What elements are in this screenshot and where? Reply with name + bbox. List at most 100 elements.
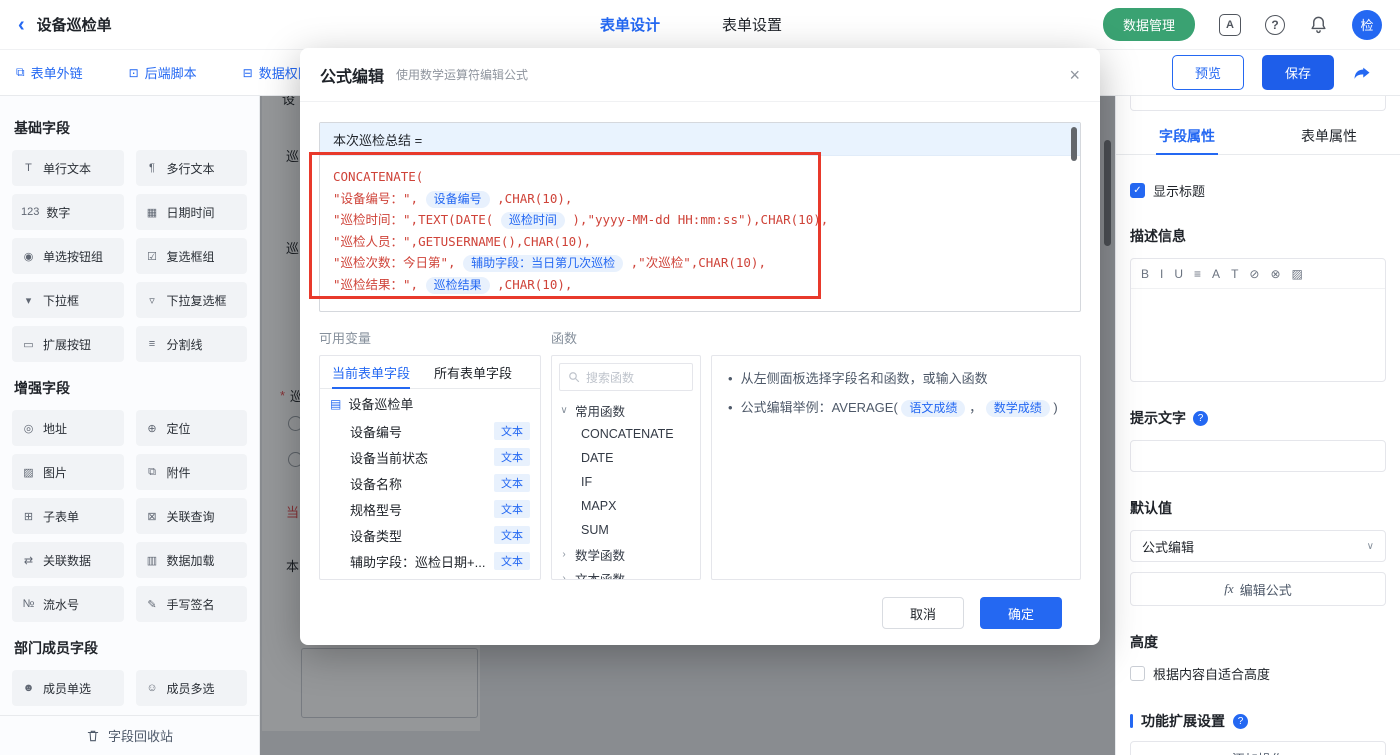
tab-form-settings[interactable]: 表单设置 <box>722 14 782 35</box>
tab-all-form-fields[interactable]: 所有表单字段 <box>422 356 524 388</box>
formula-field-pill[interactable]: 巡检结果 <box>426 277 490 294</box>
description-editor-body[interactable] <box>1131 289 1385 381</box>
sidebar-item[interactable]: ✎手写签名 <box>136 586 248 622</box>
tab-current-form-fields[interactable]: 当前表单字段 <box>320 356 422 388</box>
formula-code: ,CHAR(10), <box>490 277 573 292</box>
help-icon[interactable]: ? <box>1265 15 1285 35</box>
example-field-pill: 数学成绩 <box>986 400 1050 417</box>
language-icon[interactable]: A <box>1219 14 1241 36</box>
formula-editor[interactable]: 本次巡检总结 = CONCATENATE("设备编号：", 设备编号 ,CHAR… <box>319 122 1081 312</box>
function-group[interactable]: ∨常用函数 <box>559 398 693 422</box>
sidebar-item[interactable]: ⧉附件 <box>136 454 248 490</box>
user-avatar[interactable]: 检 <box>1352 10 1382 40</box>
sidebar-item[interactable]: ▾下拉框 <box>12 282 124 318</box>
edit-formula-button[interactable]: fx 编辑公式 <box>1130 572 1386 606</box>
variable-name: 设备当前状态 <box>350 448 428 467</box>
sidebar-item[interactable]: 123数字 <box>12 194 124 230</box>
toolbar-actions: 预览 保存 <box>1172 55 1384 90</box>
sidebar-item[interactable]: ¶多行文本 <box>136 150 248 186</box>
sidebar-item[interactable]: ⇄关联数据 <box>12 542 124 578</box>
formula-field-pill[interactable]: 设备编号 <box>426 191 490 208</box>
preview-button[interactable]: 预览 <box>1172 55 1244 90</box>
sidebar-item[interactable]: ▨图片 <box>12 454 124 490</box>
notification-bell-icon[interactable] <box>1309 15 1328 34</box>
attachment-icon: ⧉ <box>145 466 160 479</box>
function-group[interactable]: ›文本函数 <box>559 566 693 580</box>
insert-image-icon[interactable]: ▨ <box>1292 267 1303 281</box>
confirm-button[interactable]: 确定 <box>980 597 1062 629</box>
default-value-selected: 公式编辑 <box>1142 537 1194 556</box>
canvas-scrollbar[interactable] <box>1104 140 1111 246</box>
sidebar-item[interactable]: ☑复选框组 <box>136 238 248 274</box>
italic-icon[interactable]: I <box>1160 267 1163 281</box>
variable-row[interactable]: 设备编号文本 <box>320 418 540 444</box>
sidebar-item[interactable]: ▭扩展按钮 <box>12 326 124 362</box>
sidebar-item-label: 定位 <box>167 420 191 437</box>
formula-content-area[interactable]: CONCATENATE("设备编号：", 设备编号 ,CHAR(10),"巡检时… <box>320 156 1080 311</box>
function-item[interactable]: DATE <box>559 446 693 470</box>
function-item[interactable]: CONCATENATE <box>559 422 693 446</box>
sidebar-item[interactable]: ⊠关联查询 <box>136 498 248 534</box>
formula-editor-scrollbar[interactable] <box>1071 127 1077 161</box>
hint-text-input[interactable] <box>1130 440 1386 472</box>
sidebar-item[interactable]: №流水号 <box>12 586 124 622</box>
sidebar-item[interactable]: ▦日期时间 <box>136 194 248 230</box>
field-recycle-bin[interactable]: 字段回收站 <box>0 715 259 755</box>
share-icon[interactable] <box>1352 63 1372 83</box>
formula-field-pill[interactable]: 辅助字段：当日第几次巡检 <box>463 255 623 272</box>
variable-row[interactable]: 设备类型文本 <box>320 522 540 548</box>
underline-icon[interactable]: U <box>1174 267 1183 281</box>
toolbar-link[interactable]: ⧉表单外链 <box>16 63 83 82</box>
default-value-select[interactable]: 公式编辑 <box>1130 530 1386 562</box>
close-icon[interactable]: × <box>1069 66 1080 84</box>
function-item[interactable]: IF <box>559 470 693 494</box>
function-group[interactable]: ›数学函数 <box>559 542 693 566</box>
link-icon[interactable]: ⊘ <box>1249 267 1259 281</box>
unlink-icon[interactable]: ⊗ <box>1270 267 1280 281</box>
toolbar-link[interactable]: ⊡后端脚本 <box>129 63 197 82</box>
variable-row[interactable]: 设备当前状态 文本 <box>320 444 540 470</box>
variable-row[interactable]: 设备名称文本 <box>320 470 540 496</box>
sidebar-item[interactable]: ▥数据加载 <box>136 542 248 578</box>
show-title-label: 显示标题 <box>1153 181 1205 200</box>
sidebar-item[interactable]: ☻成员单选 <box>12 670 124 706</box>
variable-row[interactable]: 规格型号文本 <box>320 496 540 522</box>
save-button[interactable]: 保存 <box>1262 55 1334 90</box>
variable-list: 设备编号文本设备当前状态 文本设备名称文本规格型号文本设备类型文本辅助字段：巡检日… <box>320 418 540 574</box>
variable-type-tag: 文本 <box>494 448 530 466</box>
sidebar-item[interactable]: ◎地址 <box>12 410 124 446</box>
align-icon[interactable]: ≡ <box>1194 267 1201 281</box>
data-manage-button[interactable]: 数据管理 <box>1103 8 1195 41</box>
show-title-checkbox[interactable] <box>1130 183 1145 198</box>
help-example: 公式编辑举例：AVERAGE( 语文成绩 ， 数学成绩 ) <box>741 398 1058 418</box>
variables-tree-root[interactable]: ▤ 设备巡检单 <box>320 389 540 418</box>
variable-row[interactable]: 辅助字段：巡检日期+...文本 <box>320 548 540 574</box>
formula-line: "巡检次数：今日第", 辅助字段：当日第几次巡检 ,"次巡检",CHAR(10)… <box>333 252 1067 274</box>
sidebar-item[interactable]: T单行文本 <box>12 150 124 186</box>
back-icon[interactable]: ‹ <box>18 15 25 35</box>
function-search-input[interactable]: 搜索函数 <box>559 363 693 391</box>
hint-help-icon[interactable]: ? <box>1193 411 1208 426</box>
function-item[interactable]: MAPX <box>559 494 693 518</box>
sidebar-item[interactable]: ◉单选按钮组 <box>12 238 124 274</box>
sidebar-item-label: 复选框组 <box>167 248 215 265</box>
formula-field-pill[interactable]: 巡检时间 <box>501 212 565 229</box>
auto-height-checkbox[interactable] <box>1130 666 1145 681</box>
extension-help-icon[interactable]: ? <box>1233 714 1248 729</box>
sidebar-item[interactable]: ⊕定位 <box>136 410 248 446</box>
tab-field-properties[interactable]: 字段属性 <box>1116 117 1258 154</box>
tab-form-properties[interactable]: 表单属性 <box>1258 117 1400 154</box>
add-operation-button[interactable]: 添加操作 <box>1130 741 1386 755</box>
cancel-button[interactable]: 取消 <box>882 597 964 629</box>
formula-line: "巡检时间：",TEXT(DATE( 巡检时间 ),"yyyy-MM-dd HH… <box>333 209 1067 231</box>
sidebar-item[interactable]: ⊞子表单 <box>12 498 124 534</box>
font-color-icon[interactable]: A <box>1212 267 1220 281</box>
font-size-icon[interactable]: T <box>1231 267 1238 281</box>
tab-form-design[interactable]: 表单设计 <box>600 14 660 35</box>
sidebar-item[interactable]: ☺成员多选 <box>136 670 248 706</box>
sidebar-item[interactable]: ≡分割线 <box>136 326 248 362</box>
sidebar-item[interactable]: ▿下拉复选框 <box>136 282 248 318</box>
bold-icon[interactable]: B <box>1141 267 1149 281</box>
function-item[interactable]: SUM <box>559 518 693 542</box>
recycle-bin-label: 字段回收站 <box>108 726 173 745</box>
